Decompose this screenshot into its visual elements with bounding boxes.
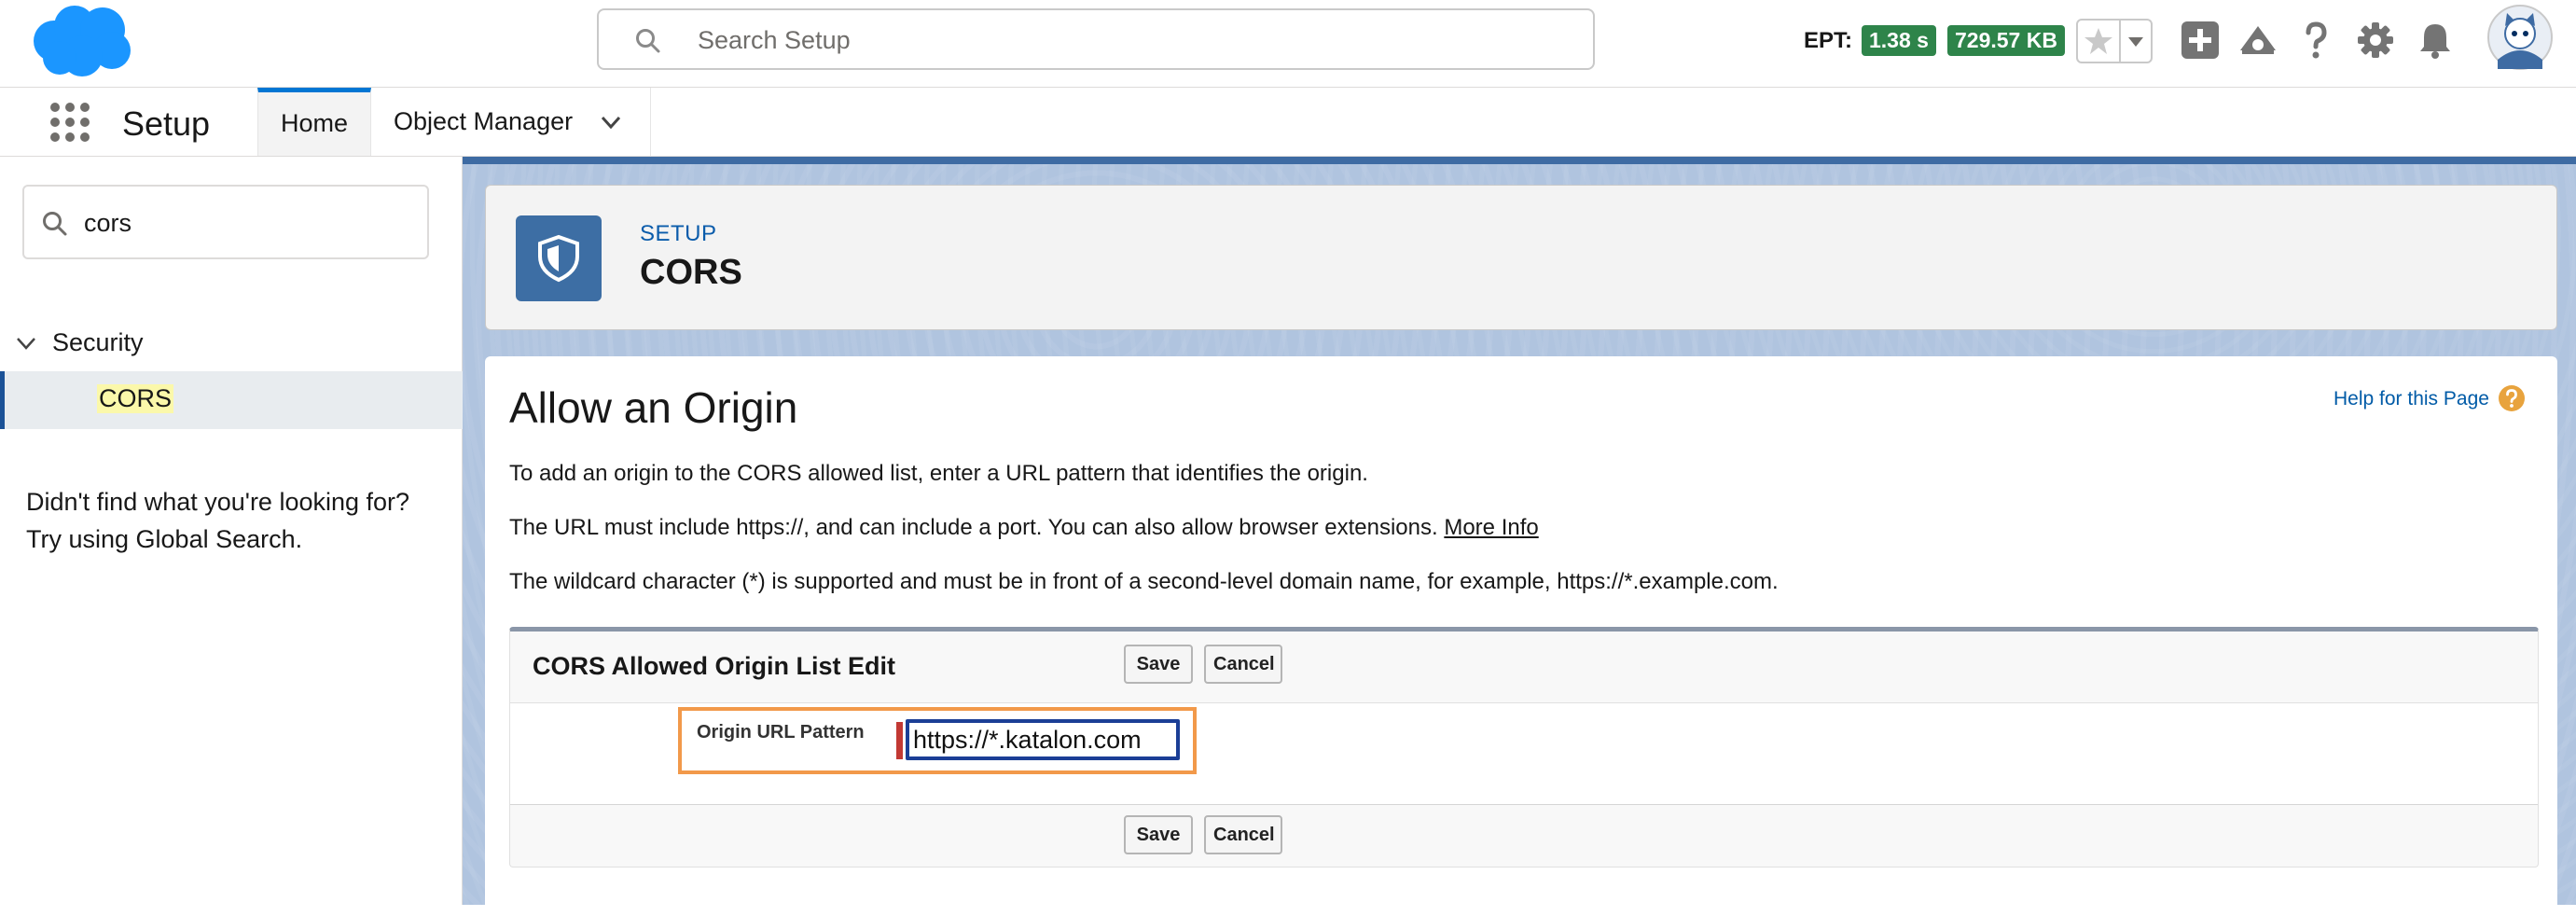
ept-label: EPT: xyxy=(1804,28,1853,53)
star-icon xyxy=(2084,28,2112,54)
edit-block-title: CORS Allowed Origin List Edit xyxy=(533,652,896,680)
not-found-message: Didn't find what you're looking for? Try… xyxy=(26,483,446,558)
help-icon[interactable] xyxy=(2294,19,2337,62)
context-bar: Setup Home Object Manager xyxy=(0,88,2576,157)
app-name: Setup xyxy=(122,104,211,143)
chevron-down-icon[interactable] xyxy=(13,330,39,356)
add-icon[interactable] xyxy=(2179,19,2222,62)
global-header: EPT: 1.38 s 729.57 KB xyxy=(0,0,2576,88)
main-top-strip xyxy=(463,157,2576,164)
page-icon-tile xyxy=(516,215,602,301)
help-link[interactable]: Help for this Page xyxy=(2334,388,2489,410)
bell-icon[interactable] xyxy=(2414,19,2457,62)
origin-url-pattern-label: Origin URL Pattern xyxy=(697,722,865,743)
tab-home-label: Home xyxy=(280,109,349,137)
tree-item-label: CORS xyxy=(97,384,174,413)
avatar[interactable] xyxy=(2486,4,2554,71)
origin-url-pattern-input[interactable] xyxy=(906,719,1180,760)
content-title: Allow an Origin xyxy=(509,383,798,432)
tree-item-cors[interactable]: CORS xyxy=(0,371,463,429)
tree-section-label: Security xyxy=(52,328,144,356)
ept-size-badge: 729.57 KB xyxy=(1947,25,2065,56)
instruction-paragraph-1: To add an origin to the CORS allowed lis… xyxy=(509,461,1368,486)
app-launcher-icon[interactable] xyxy=(48,101,91,144)
setup-sidebar: Security CORS Didn't find what you're lo… xyxy=(0,157,463,905)
quick-find-input[interactable] xyxy=(82,201,403,244)
save-button-top[interactable]: Save xyxy=(1124,645,1193,684)
avatar-icon xyxy=(2487,5,2553,70)
page-title: CORS xyxy=(640,253,742,292)
ept-time-badge: 1.38 s xyxy=(1862,25,1936,56)
page-header: SETUP CORS xyxy=(485,185,2557,330)
not-found-line1: Didn't find what you're looking for? xyxy=(26,488,410,516)
divider xyxy=(510,804,2538,805)
cancel-button-bottom[interactable]: Cancel xyxy=(1204,815,1282,854)
page-eyebrow: SETUP xyxy=(640,221,717,246)
tree-section-security[interactable]: Security xyxy=(0,321,463,368)
tab-home[interactable]: Home xyxy=(257,88,371,156)
instruction-paragraph-3: The wildcard character (*) is supported … xyxy=(509,569,1779,594)
favorites-group xyxy=(2076,19,2153,63)
field-row: Origin URL Pattern xyxy=(510,703,2538,804)
gear-icon[interactable] xyxy=(2354,19,2397,62)
cors-edit-block: CORS Allowed Origin List Edit Save Cance… xyxy=(509,627,2539,867)
tab-object-manager-label: Object Manager xyxy=(394,107,574,135)
instruction-paragraph-2-text: The URL must include https://, and can i… xyxy=(509,515,1438,540)
help-icon[interactable] xyxy=(2498,384,2526,412)
search-icon xyxy=(636,29,660,53)
more-info-link[interactable]: More Info xyxy=(1444,515,1538,540)
chevron-down-icon[interactable] xyxy=(597,108,625,136)
save-button-bottom[interactable]: Save xyxy=(1124,815,1193,854)
chevron-down-icon xyxy=(2128,37,2143,47)
search-icon xyxy=(43,212,67,236)
not-found-line2: Try using Global Search. xyxy=(26,525,303,553)
cancel-button-top[interactable]: Cancel xyxy=(1204,645,1282,684)
required-indicator xyxy=(896,722,903,759)
search-setup-box[interactable] xyxy=(597,8,1595,70)
favorite-button[interactable] xyxy=(2078,21,2121,62)
content-card: Allow an Origin Help for this Page To ad… xyxy=(485,356,2557,916)
favorites-menu-button[interactable] xyxy=(2121,21,2151,62)
quick-find-box[interactable] xyxy=(22,185,429,259)
tab-object-manager[interactable]: Object Manager xyxy=(371,88,651,156)
main-content-area: SETUP CORS Allow an Origin Help for this… xyxy=(463,157,2576,916)
trailhead-icon[interactable] xyxy=(2237,19,2279,62)
shield-icon xyxy=(538,234,579,283)
instruction-paragraph-2: The URL must include https://, and can i… xyxy=(509,515,1539,541)
salesforce-logo[interactable] xyxy=(26,4,136,80)
search-setup-input[interactable] xyxy=(696,20,1539,61)
